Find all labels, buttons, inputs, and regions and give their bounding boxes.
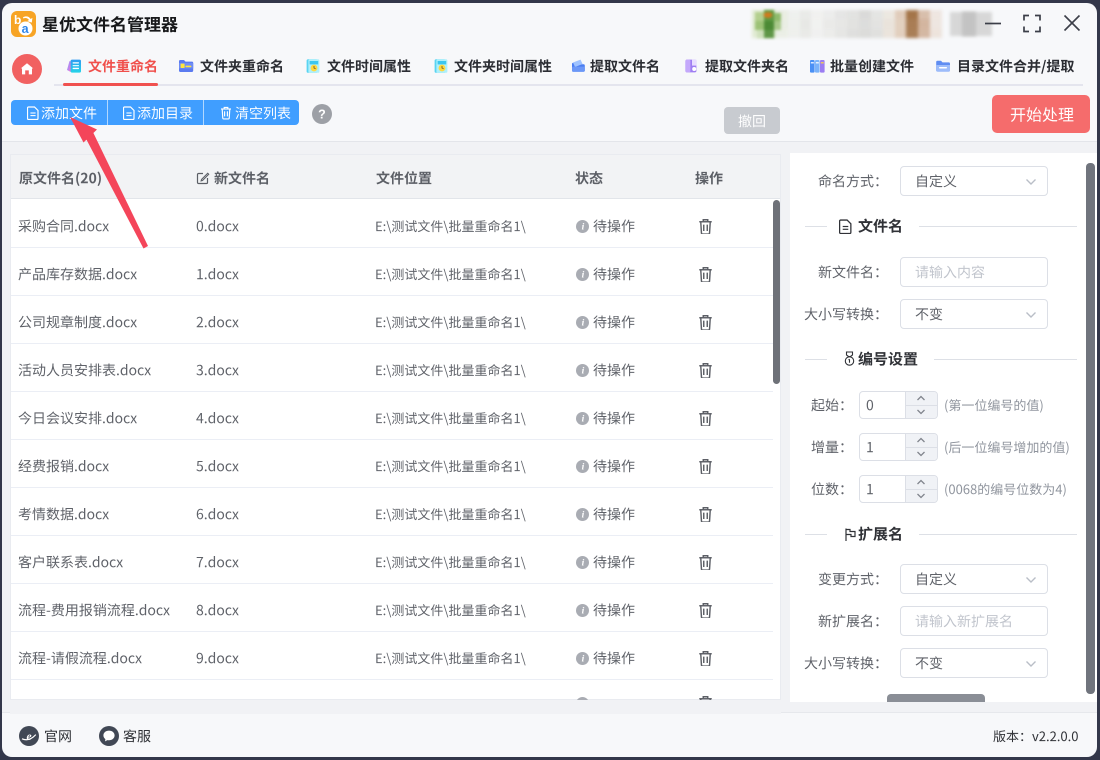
svg-text:i: i — [582, 654, 585, 664]
svg-text:i: i — [582, 414, 585, 424]
svg-text:i: i — [582, 318, 585, 328]
svg-text:i: i — [582, 270, 585, 280]
svg-text:i: i — [582, 222, 585, 232]
svg-text:i: i — [582, 366, 585, 376]
svg-text:i: i — [582, 558, 585, 568]
svg-text:?: ? — [318, 107, 326, 121]
svg-text:i: i — [582, 510, 585, 520]
svg-text:a: a — [22, 22, 30, 36]
svg-text:i: i — [582, 462, 585, 472]
svg-text:e: e — [26, 731, 31, 743]
svg-text:i: i — [582, 606, 585, 616]
